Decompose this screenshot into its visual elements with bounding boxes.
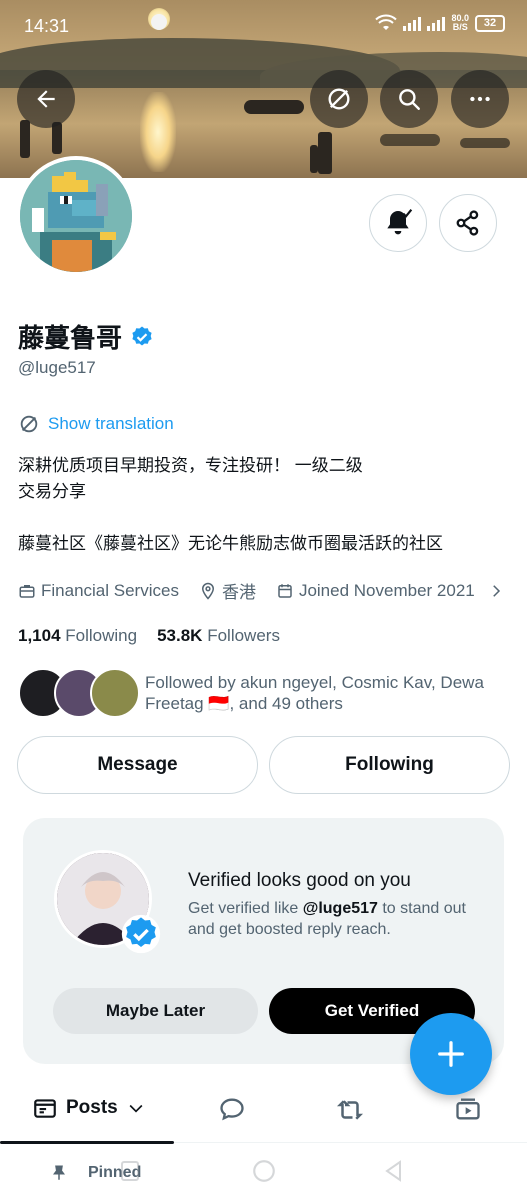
chevron-down-icon	[129, 1104, 143, 1113]
nav-back-icon[interactable]	[382, 1158, 406, 1184]
tab-posts-label: Posts	[66, 1097, 118, 1118]
status-icons: 80.0 B/S 32	[375, 14, 505, 32]
share-button[interactable]	[439, 194, 497, 252]
status-notification-dot	[151, 14, 167, 30]
status-bar: 14:31 80.0 B/S 32	[0, 0, 527, 50]
message-label: Message	[97, 754, 178, 775]
recents-icon[interactable]	[118, 1158, 142, 1184]
followed-by-row[interactable]: Followed by akun ngeyel, Cosmic Kav, Dew…	[18, 668, 513, 718]
location-label: 香港	[221, 583, 256, 602]
promo-description: Get verified like @luge517 to stand out …	[188, 898, 488, 940]
banner-people-group	[244, 100, 304, 114]
show-translation-link[interactable]: Show translation	[18, 413, 174, 435]
translate-icon	[328, 88, 350, 110]
bio-line: 藤蔓社区《藤蔓社区》无论牛熊励志做币圈最活跃的社区	[18, 534, 443, 553]
bio-line: 深耕优质项目早期投资，专注投研！ 一级二级	[18, 456, 363, 475]
search-button[interactable]	[380, 70, 438, 128]
pixel-art-avatar	[20, 160, 132, 272]
location-item: 香港	[199, 578, 256, 603]
followers-stat[interactable]: 53.8K Followers	[157, 626, 280, 646]
banner-sun-reflection	[140, 92, 176, 172]
category-label: Financial Services	[41, 580, 179, 600]
message-button[interactable]: Message	[17, 736, 258, 794]
repost-icon	[336, 1100, 364, 1120]
joined-label: Joined November 2021	[298, 580, 475, 600]
follow-stats: 1,104 Following 53.8K Followers	[18, 626, 280, 646]
tab-media[interactable]	[454, 1095, 482, 1123]
maybe-later-label: Maybe Later	[105, 1001, 206, 1020]
compose-button[interactable]	[410, 1013, 492, 1095]
show-translation-label: Show translation	[48, 414, 174, 433]
verified-badge-icon	[121, 914, 161, 954]
tab-reposts[interactable]	[335, 1095, 365, 1125]
tab-posts[interactable]: Posts	[32, 1095, 146, 1121]
arrow-left-icon	[37, 90, 55, 108]
profile-avatar[interactable]	[16, 156, 136, 276]
net-speed-unit: B/S	[452, 22, 468, 32]
active-tab-indicator	[0, 1141, 174, 1144]
display-name: 藤蔓鲁哥	[18, 323, 123, 353]
following-button-label: Following	[345, 754, 434, 775]
verified-badge-icon	[132, 326, 152, 345]
bell-check-icon	[387, 209, 413, 235]
profile-name: 藤蔓鲁哥	[18, 318, 154, 355]
banner-rock	[380, 134, 440, 146]
profile-handle: @luge517	[18, 358, 96, 377]
following-count: 1,104	[18, 626, 61, 645]
reply-icon	[220, 1098, 244, 1121]
home-icon[interactable]	[251, 1158, 277, 1184]
translate-icon	[20, 415, 38, 433]
promo-title: Verified looks good on you	[188, 870, 411, 891]
status-time: 14:31	[24, 16, 70, 36]
media-icon	[456, 1098, 480, 1120]
banner-person	[318, 132, 332, 174]
briefcase-icon	[19, 584, 35, 598]
wifi-icon	[375, 14, 398, 30]
promo-desc-handle: @luge517	[302, 900, 378, 917]
category-item: Financial Services	[18, 581, 179, 601]
cell-signal-icon	[403, 15, 422, 31]
maybe-later-button[interactable]: Maybe Later	[53, 988, 258, 1034]
profile-meta: Financial Services 香港 Joined November 20…	[18, 578, 505, 603]
following-label: Following	[65, 626, 138, 645]
promo-desc-prefix: Get verified like	[188, 900, 303, 917]
system-nav-bar	[0, 1150, 527, 1200]
get-verified-label: Get Verified	[324, 1001, 420, 1020]
bio-line: 交易分享	[18, 482, 86, 501]
share-icon	[456, 210, 479, 236]
battery-level: 32	[483, 17, 497, 29]
banner-person	[20, 120, 30, 158]
more-button[interactable]	[451, 70, 509, 128]
tab-replies[interactable]	[218, 1095, 246, 1123]
following-button[interactable]: Following	[269, 736, 510, 794]
profile-tab-bar: Posts	[0, 1085, 527, 1144]
back-button[interactable]	[17, 70, 75, 128]
banner-person	[310, 145, 318, 173]
location-pin-icon	[201, 582, 214, 600]
follower-avatar	[90, 668, 140, 718]
following-stat[interactable]: 1,104 Following	[18, 626, 137, 646]
search-icon	[399, 89, 420, 110]
notifications-button[interactable]	[369, 194, 427, 252]
followers-label: Followers	[207, 626, 280, 645]
battery-icon: 32	[475, 14, 505, 32]
translate-button[interactable]	[310, 70, 368, 128]
posts-icon	[34, 1099, 56, 1118]
chevron-right-icon[interactable]	[487, 582, 505, 600]
followers-count: 53.8K	[157, 626, 203, 645]
joined-item: Joined November 2021	[276, 581, 475, 601]
profile-bio: 深耕优质项目早期投资，专注投研！ 一级二级 交易分享 藤蔓社区《藤蔓社区》无论牛…	[18, 453, 498, 557]
followed-by-text: Followed by akun ngeyel, Cosmic Kav, Dew…	[145, 673, 484, 713]
banner-rock	[460, 138, 510, 148]
calendar-icon	[278, 583, 292, 598]
cell-signal-icon	[427, 15, 446, 31]
plus-icon	[438, 1041, 464, 1067]
net-speed: 80.0 B/S	[451, 14, 469, 32]
more-icon	[470, 96, 490, 102]
